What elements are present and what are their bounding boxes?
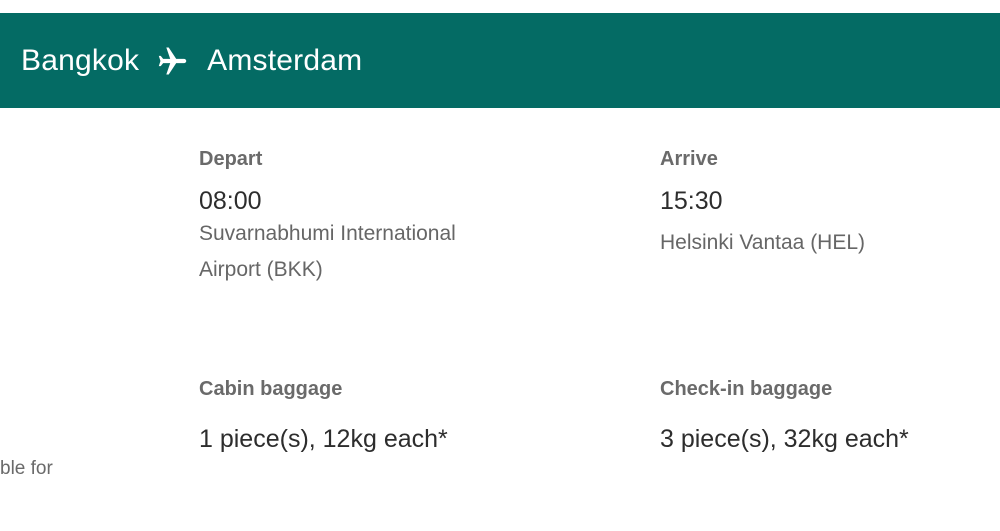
arrive-section: Arrive 15:30 Helsinki Vantaa (HEL) xyxy=(660,149,865,261)
cabin-baggage-section: Cabin baggage 1 piece(s), 12kg each* xyxy=(199,379,448,452)
depart-time: 08:00 xyxy=(199,187,262,215)
arrive-label: Arrive xyxy=(660,148,718,170)
depart-section: Depart 08:00 Suvarnabhumi International … xyxy=(199,149,456,288)
depart-label: Depart xyxy=(199,148,263,170)
airplane-icon xyxy=(158,47,187,74)
destination-city: Amsterdam xyxy=(207,43,363,77)
checkin-baggage-label: Check-in baggage xyxy=(660,378,833,400)
arrive-time: 15:30 xyxy=(660,187,723,215)
arrive-airport: Helsinki Vantaa (HEL) xyxy=(660,231,866,254)
truncated-side-text: ble for xyxy=(0,458,53,479)
depart-airport-line1: Suvarnabhumi International xyxy=(199,222,456,245)
checkin-baggage-value: 3 piece(s), 32kg each* xyxy=(660,425,909,453)
checkin-baggage-section: Check-in baggage 3 piece(s), 32kg each* xyxy=(660,379,909,452)
route-header: Bangkok Amsterdam xyxy=(0,13,1000,108)
cabin-baggage-value: 1 piece(s), 12kg each* xyxy=(199,425,448,453)
top-strip xyxy=(0,0,1000,13)
origin-city: Bangkok xyxy=(21,43,140,77)
depart-airport-line2: Airport (BKK) xyxy=(199,258,323,281)
cabin-baggage-label: Cabin baggage xyxy=(199,378,343,400)
